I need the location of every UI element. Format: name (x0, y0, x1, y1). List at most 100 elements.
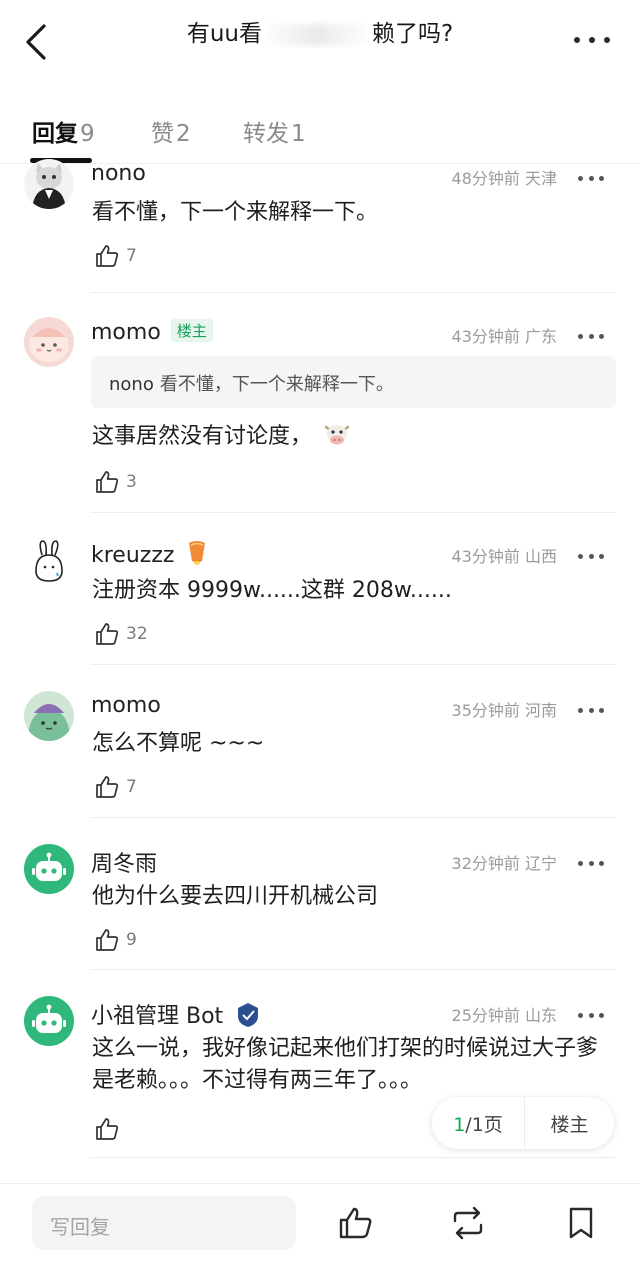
avatar-cat[interactable] (24, 159, 74, 209)
reply-more-icon[interactable] (578, 173, 604, 183)
username[interactable]: 小祖管理 Bot (91, 998, 262, 1030)
bottom-action-bar: 写回复 (0, 1183, 640, 1271)
reply-item: 周冬雨 32分钟前 辽宁 他为什么要去四川开机械公司 9 (0, 818, 640, 970)
like-button[interactable]: 32 (94, 621, 148, 647)
tab-reposts-count: 1 (291, 121, 306, 147)
reply-time: 48分钟前 (451, 169, 520, 188)
reply-more-icon[interactable] (578, 1010, 604, 1020)
username-text: momo (91, 320, 161, 345)
avatar-bunny-sketch[interactable] (24, 537, 74, 587)
username[interactable]: kreuzzz (91, 539, 209, 568)
reply-text: 他为什么要去四川开机械公司 (92, 884, 379, 909)
reply-time: 43分钟前 (451, 547, 520, 566)
header-bar: 有uu看 赖了吗? (0, 0, 640, 80)
avatar-momo-pink[interactable] (24, 317, 74, 367)
page-navigator: 1/1页 楼主 (432, 1097, 614, 1149)
tab-replies-count: 9 (80, 121, 95, 147)
reply-meta: 25分钟前 山东 (452, 1002, 557, 1026)
tab-likes[interactable]: 赞2 (151, 114, 191, 148)
title-start: 有uu看 (186, 21, 262, 47)
avatar-bot[interactable] (24, 996, 74, 1046)
like-button[interactable] (94, 1116, 126, 1142)
reply-more-icon[interactable] (578, 551, 604, 561)
current-page: 1 (453, 1113, 466, 1136)
reply-time: 32分钟前 (451, 854, 520, 873)
reply-text-body: 这事居然没有讨论度， (92, 424, 313, 449)
reply-item: kreuzzz 43分钟前 山西 注册资本 9999w......这群 208w… (0, 513, 640, 665)
tab-likes-count: 2 (176, 121, 191, 147)
reply-text: 这事居然没有讨论度， (92, 421, 600, 453)
thumbs-up-icon (96, 929, 119, 951)
reply-location: 山东 (524, 1006, 557, 1025)
username[interactable]: 周冬雨 (91, 846, 157, 878)
verified-badge-icon (238, 1003, 259, 1027)
username[interactable]: nono (91, 161, 146, 186)
reply-item: momo 35分钟前 河南 怎么不算呢 ~~~ 7 (0, 665, 640, 818)
reply-more-icon[interactable] (578, 858, 604, 868)
like-button[interactable]: 7 (94, 774, 137, 800)
tab-likes-label: 赞 (151, 121, 174, 147)
like-post-icon[interactable] (336, 1204, 374, 1242)
quote-user: nono (109, 374, 154, 395)
reply-meta: 48分钟前 天津 (452, 165, 557, 189)
tab-reposts[interactable]: 转发1 (243, 114, 306, 148)
reply-meta: 43分钟前 山西 (452, 543, 557, 567)
username[interactable]: momo 楼主 (91, 319, 213, 345)
avatar-momo-green[interactable] (24, 691, 74, 741)
repost-icon[interactable] (449, 1204, 487, 1242)
title-redacted (261, 23, 372, 46)
reply-meta: 35分钟前 河南 (452, 697, 557, 721)
username[interactable]: momo (91, 693, 161, 718)
reply-location: 河南 (524, 701, 557, 720)
reply-text: 注册资本 9999w......这群 208w...... (92, 578, 452, 603)
reply-location: 山西 (524, 547, 557, 566)
reply-more-icon[interactable] (578, 331, 604, 341)
username-text: kreuzzz (91, 543, 175, 568)
like-count: 32 (126, 624, 148, 644)
reply-time: 43分钟前 (451, 327, 520, 346)
like-button[interactable]: 7 (94, 243, 137, 269)
reply-text: 怎么不算呢 ~~~ (92, 731, 265, 756)
reply-text: 这么一说，我好像记起来他们打架的时候说过大子爹是老赖。。。不过得有两三年了。。。 (92, 1036, 599, 1093)
only-op-button[interactable]: 楼主 (525, 1110, 614, 1137)
cow-emoji-icon (324, 425, 350, 445)
thumbs-up-icon (96, 471, 119, 493)
thumbs-up-icon (96, 623, 119, 645)
more-options-icon[interactable] (574, 34, 610, 46)
like-button[interactable]: 3 (94, 469, 137, 495)
back-icon[interactable] (22, 22, 52, 62)
reply-input[interactable]: 写回复 (32, 1196, 296, 1250)
reply-meta: 43分钟前 广东 (452, 323, 557, 347)
reply-meta: 32分钟前 辽宁 (452, 850, 557, 874)
reply-item: nono 48分钟前 天津 看不懂，下一个来解释一下。 7 (0, 159, 640, 293)
page-indicator[interactable]: 1/1页 (432, 1110, 524, 1137)
reply-location: 广东 (524, 327, 557, 346)
reply-text: 看不懂，下一个来解释一下。 (92, 200, 379, 225)
like-count: 7 (126, 246, 137, 266)
thumbs-up-icon (96, 776, 119, 798)
like-count: 3 (126, 472, 137, 492)
page-title: 有uu看 赖了吗? (110, 14, 530, 48)
like-button[interactable]: 9 (94, 927, 137, 953)
tab-bar: 回复9 赞2 转发1 (0, 100, 640, 164)
reply-time: 35分钟前 (451, 701, 520, 720)
username-text: 小祖管理 Bot (91, 1004, 224, 1029)
bookmark-icon[interactable] (562, 1204, 600, 1242)
page-total: /1页 (465, 1113, 503, 1136)
reply-location: 天津 (524, 169, 557, 188)
reply-item: momo 楼主 43分钟前 广东 nono 看不懂，下一个来解释一下。 这事居然没有… (0, 293, 640, 513)
avatar-bot[interactable] (24, 844, 74, 894)
quoted-reply[interactable]: nono 看不懂，下一个来解释一下。 (91, 356, 616, 408)
thumbs-up-icon (96, 1118, 119, 1140)
reply-more-icon[interactable] (578, 705, 604, 715)
tab-replies[interactable]: 回复9 (32, 114, 95, 148)
like-count: 9 (126, 930, 137, 950)
thumbs-up-icon (96, 245, 119, 267)
quote-text: 看不懂，下一个来解释一下。 (159, 374, 394, 395)
like-count: 7 (126, 777, 137, 797)
sky-lantern-icon (189, 541, 206, 565)
reply-location: 辽宁 (524, 854, 557, 873)
op-badge: 楼主 (170, 319, 213, 342)
title-end: 赖了吗? (371, 21, 454, 47)
reply-time: 25分钟前 (451, 1006, 520, 1025)
